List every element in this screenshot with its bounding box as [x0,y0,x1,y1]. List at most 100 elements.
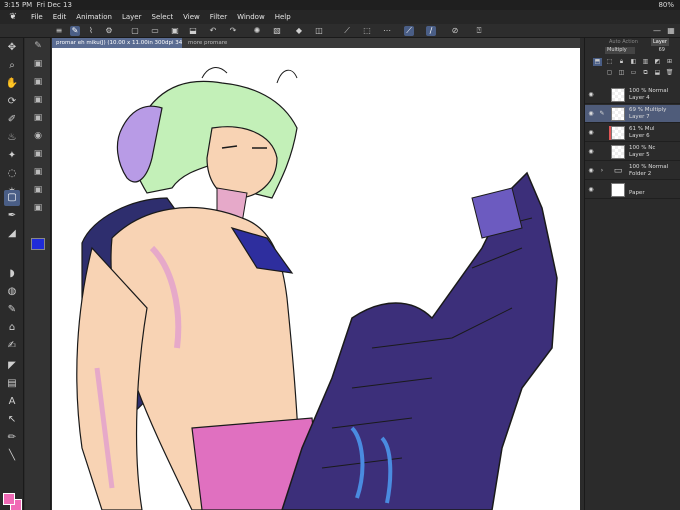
app-logo-icon[interactable]: ❦ [6,10,20,24]
ruler-icon[interactable]: ⊘ [450,26,460,36]
layer-row-paper[interactable]: ◉ Paper [585,181,680,199]
menu-select[interactable]: Select [147,13,179,21]
pressure-icon[interactable]: ∕ [426,26,436,36]
pen-tool-icon[interactable]: ✎ [70,26,80,36]
text-icon[interactable]: A [4,394,20,410]
hand-icon[interactable]: ✋ [4,76,20,92]
new-vector-icon[interactable]: ◫ [617,69,626,77]
fill-bucket-icon[interactable]: ◆ [294,26,304,36]
eraser-icon[interactable]: ◢ [4,226,20,242]
layer-row-folder[interactable]: ◉ › ▭ 100 % Normal Folder 2 [585,162,680,180]
layer-d-icon[interactable]: ▣ [31,112,45,124]
sparkle-icon[interactable]: ✦ [4,148,20,164]
deselect-icon[interactable]: ▧ [272,26,282,36]
correct-line-icon[interactable]: ✏ [4,430,20,446]
color-swatch[interactable] [31,238,45,250]
mask-icon[interactable]: ◧ [629,58,638,66]
layer-row-selected[interactable]: ◉ ✎ 69 % Multiply Layer 7 [585,105,680,123]
rotate-icon[interactable]: ⟳ [4,94,20,110]
tab-active-document[interactable]: promar eh miku(J) (10.00 x 11.00in 300dp… [52,38,182,48]
layer-c-icon[interactable]: ▣ [31,94,45,106]
tab-layer[interactable]: Layer [651,38,669,46]
menu-layer[interactable]: Layer [117,13,147,21]
eye-icon[interactable]: ◉ [587,91,595,99]
menu-file[interactable]: File [26,13,48,21]
layer-h-icon[interactable]: ▣ [31,184,45,196]
minimize-icon[interactable]: — [652,26,662,36]
blend-mode-select[interactable]: Multiply [605,47,635,54]
eye-icon[interactable]: ◉ [587,148,595,156]
rect-select-icon[interactable]: ▢ [4,190,20,206]
fire-icon[interactable]: ♨ [4,130,20,146]
merge-icon[interactable]: ⬓ [653,69,662,77]
layer-g-icon[interactable]: ▣ [31,166,45,178]
selection-invert-icon[interactable]: ◫ [314,26,324,36]
new-raster-icon[interactable]: ▢ [605,69,614,77]
layer-b-icon[interactable]: ▣ [31,76,45,88]
eye-icon[interactable]: ◉ [587,167,595,175]
chevron-right-icon[interactable]: › [598,167,606,175]
frame-icon[interactable]: ▤ [4,376,20,392]
canvas[interactable] [52,48,580,510]
clip-layer-icon[interactable]: ⬒ [593,58,602,66]
undo-icon[interactable]: ↶ [208,26,218,36]
layer-i-icon[interactable]: ▣ [31,202,45,214]
new-file-icon[interactable]: ▢ [130,26,140,36]
menu-view[interactable]: View [178,13,205,21]
layer-e-icon[interactable]: ◉ [31,130,45,142]
layer-row[interactable]: ◉ 100 % Nc Layer 5 [585,143,680,161]
fill-icon[interactable]: ◗ [4,266,20,282]
transform-icon[interactable]: ⬚ [362,26,372,36]
opacity-field[interactable]: 69 [637,47,667,54]
save-icon[interactable]: ▣ [170,26,180,36]
brush-tool-icon[interactable]: ✍ [4,338,20,354]
blend-icon[interactable]: ✎ [4,302,20,318]
eye-icon[interactable]: ◉ [587,110,595,118]
grid-icon[interactable]: ▦ [666,26,676,36]
layer-blend-info: 100 % Normal [629,164,669,170]
help-icon[interactable]: ⍰ [474,26,484,36]
main-color-swatch[interactable] [3,493,15,505]
menu-window[interactable]: Window [232,13,270,21]
tab-auto-action[interactable]: Auto Action [609,38,638,46]
figure-icon[interactable]: ⌂ [4,320,20,336]
export-icon[interactable]: ⬓ [188,26,198,36]
layer-f-icon[interactable]: ▣ [31,148,45,160]
menu-bar: ❦ File Edit Animation Layer Select View … [0,10,680,24]
palette-icon[interactable]: ⊞ [665,58,674,66]
redo-icon[interactable]: ↷ [228,26,238,36]
stabilizer-icon[interactable]: ⟋ [404,26,414,36]
pen-icon[interactable]: ✒ [4,208,20,224]
crop-icon[interactable]: ⟋ [342,26,352,36]
eye-icon[interactable]: ◉ [587,129,595,137]
layer-a-icon[interactable]: ▣ [31,58,45,70]
brush-preset-icon[interactable]: ✎ [31,40,45,52]
color-layer-icon[interactable]: ◩ [653,58,662,66]
settings-icon[interactable]: ⚙ [104,26,114,36]
lock-icon[interactable]: 🔒︎ [617,58,626,66]
menu-filter[interactable]: Filter [205,13,232,21]
move-tool-icon[interactable]: ✥ [4,40,20,56]
new-folder-icon[interactable]: ▭ [629,69,638,77]
brush-icon[interactable]: ⌇ [86,26,96,36]
eyedropper-icon[interactable]: ✐ [4,112,20,128]
eye-icon[interactable]: ◉ [587,186,595,194]
open-folder-icon[interactable]: ▭ [150,26,160,36]
duplicate-icon[interactable]: ⧉ [641,69,650,77]
menu-animation[interactable]: Animation [71,13,117,21]
gradient-icon[interactable]: ◍ [4,284,20,300]
menu-help[interactable]: Help [270,13,296,21]
ref-layer-icon[interactable]: ⬚ [605,58,614,66]
snap-icon[interactable]: ⋯ [382,26,392,36]
lasso-icon[interactable]: ◌ [4,166,20,182]
balloon-icon[interactable]: ↖ [4,412,20,428]
ruler-layer-icon[interactable]: ▥ [641,58,650,66]
menu-hamburger-icon[interactable]: ≡ [54,26,64,36]
zoom-icon[interactable]: ⌕ [4,58,20,74]
menu-edit[interactable]: Edit [48,13,72,21]
layer-row[interactable]: ◉ 100 % Normal Layer 4 [585,86,680,104]
layer-row[interactable]: ◉ 61 % Mul Layer 6 [585,124,680,142]
delete-layer-icon[interactable]: 🗑︎ [665,69,674,77]
shape-icon[interactable]: ◤ [4,358,20,374]
tab-inactive-document[interactable]: more promare [184,38,232,48]
